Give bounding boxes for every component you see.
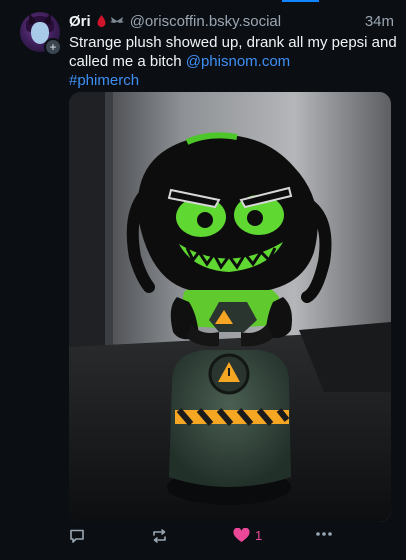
wings-icon bbox=[109, 17, 124, 23]
repost-button[interactable] bbox=[151, 528, 168, 544]
more-button[interactable] bbox=[315, 531, 333, 537]
mention-link[interactable]: @phisnom.com bbox=[186, 53, 290, 70]
post-image[interactable] bbox=[69, 92, 391, 522]
blood-drop-icon bbox=[97, 15, 106, 27]
repost-icon bbox=[153, 529, 166, 543]
plush-photo bbox=[69, 92, 391, 522]
post-text: Strange plush showed up, drank all my pe… bbox=[69, 33, 399, 90]
handle[interactable]: @oriscoffin.bsky.social bbox=[130, 13, 281, 30]
reply-button[interactable] bbox=[69, 528, 85, 544]
like-button[interactable]: 1 bbox=[233, 528, 262, 543]
post-actions: 1 bbox=[69, 528, 399, 548]
timestamp[interactable]: 34m bbox=[365, 13, 394, 30]
post-header: Øri @oriscoffin.bsky.social 34m bbox=[69, 11, 394, 31]
heart-icon bbox=[233, 528, 250, 542]
post[interactable]: + Øri @oriscoffin.bsky.social 34m Strang… bbox=[0, 0, 406, 560]
like-count: 1 bbox=[255, 528, 263, 543]
more-icon bbox=[316, 532, 332, 536]
hashtag-link[interactable]: #phimerch bbox=[69, 72, 139, 89]
reply-icon bbox=[70, 529, 84, 543]
follow-plus-icon[interactable]: + bbox=[44, 38, 62, 56]
display-name[interactable]: Øri bbox=[69, 13, 91, 30]
